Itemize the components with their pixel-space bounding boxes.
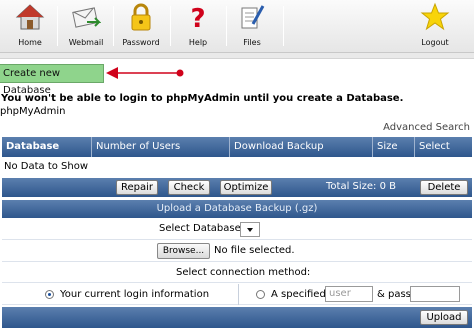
arrow-pointer-icon (106, 67, 184, 79)
password-input[interactable] (410, 286, 460, 302)
optimize-button[interactable]: Optimize (220, 180, 272, 195)
divider (238, 284, 239, 305)
user-input[interactable]: user (325, 286, 373, 302)
column-size[interactable]: Size (373, 137, 415, 157)
upload-button[interactable]: Upload (420, 310, 468, 325)
help-button[interactable]: ? Help (168, 2, 228, 50)
files-button[interactable]: Files (222, 2, 282, 50)
webmail-button[interactable]: Webmail (56, 2, 116, 50)
home-label: Home (18, 38, 42, 47)
file-row: Browse... No file selected. (2, 241, 472, 262)
delete-button[interactable]: Delete (420, 180, 468, 195)
lock-icon (131, 3, 151, 31)
bottom-bar: Upload (2, 307, 472, 328)
webmail-label: Webmail (68, 38, 104, 47)
table-header: Database Number of Users Download Backup… (2, 137, 472, 157)
repair-button[interactable]: Repair (116, 180, 158, 195)
current-login-radio[interactable] (45, 290, 54, 299)
help-label: Help (188, 38, 208, 47)
check-button[interactable]: Check (168, 180, 210, 195)
logout-label: Logout (421, 38, 449, 47)
svg-text:?: ? (190, 4, 205, 32)
browse-button[interactable]: Browse... (157, 243, 210, 259)
files-label: Files (243, 38, 261, 47)
files-icon (241, 5, 265, 29)
select-database-label: Select Database (159, 223, 241, 234)
login-options-row: Your current login information A specifi… (2, 284, 472, 305)
home-button[interactable]: Home (0, 2, 60, 50)
toolbar-divider (0, 53, 474, 59)
specified-login-radio[interactable] (256, 290, 265, 299)
help-icon: ? (190, 4, 205, 32)
phpmyadmin-label: phpMyAdmin (0, 106, 66, 117)
select-database-row: Select Database (2, 220, 472, 240)
current-login-label: Your current login information (60, 289, 210, 300)
empty-table-message: No Data to Show (2, 157, 472, 176)
warning-message: You won't be able to login to phpMyAdmin… (1, 93, 404, 104)
upload-section-title: Upload a Database Backup (.gz) (2, 200, 472, 218)
password-button[interactable]: Password (111, 2, 171, 50)
specified-label: A specified (271, 289, 326, 300)
top-toolbar: Home Webmail Password ? Help Files Logou… (0, 0, 474, 53)
column-select[interactable]: Select (415, 137, 472, 157)
column-number-of-users[interactable]: Number of Users (92, 137, 230, 157)
column-database[interactable]: Database (2, 137, 92, 157)
select-database-dropdown[interactable] (240, 222, 260, 237)
connection-method-row: Select connection method: (2, 263, 472, 283)
star-icon (420, 2, 450, 31)
webmail-icon (72, 7, 101, 28)
and-pass-label: & pass (377, 289, 411, 300)
advanced-search-link[interactable]: Advanced Search (383, 122, 470, 133)
column-download-backup[interactable]: Download Backup (230, 137, 373, 157)
password-label: Password (122, 38, 160, 47)
logout-button[interactable]: Logout (405, 2, 465, 50)
home-icon (15, 4, 45, 30)
actions-bar: Repair Check Optimize Total Size: 0 B De… (2, 178, 472, 197)
create-database-button[interactable]: Create new Database (0, 64, 104, 96)
file-status: No file selected. (214, 245, 295, 256)
total-size: Total Size: 0 B (326, 181, 397, 192)
database-table: Database Number of Users Download Backup… (2, 137, 472, 176)
connection-method-label: Select connection method: (176, 267, 311, 278)
